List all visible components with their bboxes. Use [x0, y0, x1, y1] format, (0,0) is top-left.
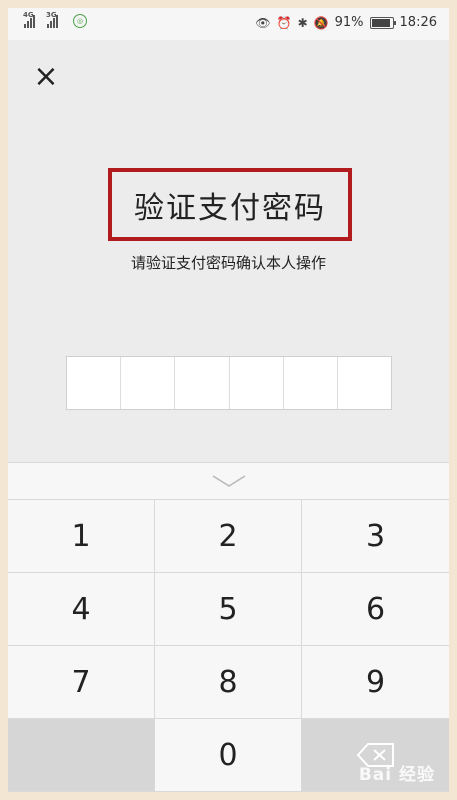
- battery-percent: 91%: [334, 15, 364, 30]
- alarm-icon: ⏰: [276, 15, 292, 30]
- chevron-down-icon: [212, 475, 245, 487]
- key-2[interactable]: 2: [155, 500, 302, 573]
- key-blank: [8, 719, 155, 792]
- battery-icon: [369, 16, 396, 29]
- title-highlight-box: 验证支付密码: [108, 168, 352, 241]
- pin-digit-cell: [175, 357, 230, 409]
- pin-digit-cell: [121, 357, 176, 409]
- pin-digit-cell: [230, 357, 284, 409]
- key-8[interactable]: 8: [155, 646, 302, 719]
- status-bar: 4G 3G ◎ 👁 ⏰ ✱ 🔕 91% 18:26: [8, 8, 449, 40]
- app-frame: 4G 3G ◎ 👁 ⏰ ✱ 🔕 91% 18:26 × 验证支付密码 请验证支付…: [8, 8, 449, 792]
- app-notification-icon: ◎: [73, 14, 87, 28]
- signal-4g-icon: 4G: [23, 11, 44, 28]
- keypad-grid: 1 2 3 4 5 6 7 8 9 0: [8, 500, 449, 792]
- key-3[interactable]: 3: [302, 500, 449, 573]
- page-subtitle: 请验证支付密码确认本人操作: [130, 254, 326, 272]
- eye-icon: 👁: [255, 15, 271, 30]
- key-4[interactable]: 4: [8, 573, 155, 646]
- page-title: 验证支付密码: [134, 190, 326, 226]
- bluetooth-icon: ✱: [297, 15, 308, 30]
- key-9[interactable]: 9: [302, 646, 449, 719]
- pin-digit-cell: [338, 357, 391, 409]
- key-1[interactable]: 1: [8, 500, 155, 573]
- key-0[interactable]: 0: [155, 719, 302, 792]
- watermark-logo: Bai 经验: [358, 765, 435, 785]
- signal-3g-label: 3G: [46, 11, 57, 19]
- signal-3g-icon: 3G: [46, 11, 67, 28]
- mute-icon: 🔕: [313, 15, 329, 30]
- clock: 18:26: [399, 15, 437, 30]
- numeric-keypad: 1 2 3 4 5 6 7 8 9 0 Bai 经验: [8, 462, 449, 792]
- close-icon: ×: [33, 59, 59, 94]
- pin-digit-cell: [67, 357, 122, 409]
- pin-input[interactable]: [66, 356, 392, 410]
- status-left: 4G 3G ◎: [23, 11, 87, 28]
- keypad-collapse-button[interactable]: [8, 463, 449, 500]
- key-7[interactable]: 7: [8, 646, 155, 719]
- key-6[interactable]: 6: [302, 573, 449, 646]
- signal-4g-label: 4G: [23, 11, 34, 19]
- close-button[interactable]: ×: [32, 62, 60, 92]
- key-5[interactable]: 5: [155, 573, 302, 646]
- status-right: 👁 ⏰ ✱ 🔕 91% 18:26: [255, 15, 437, 30]
- pin-digit-cell: [284, 357, 338, 409]
